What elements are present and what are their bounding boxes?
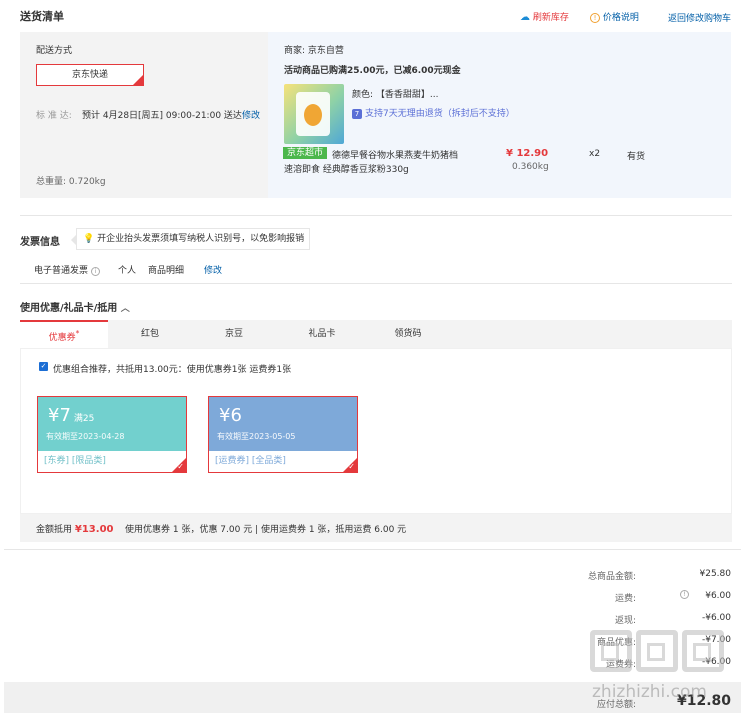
- chevron-up-icon: ︿: [120, 304, 130, 314]
- coupon-card-1-top: ¥7 满25 有效期至2023-04-28: [38, 397, 186, 451]
- color-label: 颜色:: [352, 90, 374, 100]
- freight-label: 运费:: [614, 594, 636, 604]
- discount-detail: 使用优惠券 1 张，优惠 7.00 元 | 使用运费券 1 张，抵用运费 6.0…: [125, 525, 407, 535]
- cashback-label: 返现:: [614, 616, 636, 626]
- invoice-tip: 💡 开企业抬头发票须填写纳税人识别号，以免影响报销: [71, 228, 310, 250]
- standard-delivery-label: 标 准 达:: [36, 111, 72, 121]
- divider: [4, 549, 741, 550]
- merchant-label: 商家:: [284, 46, 306, 56]
- coupon-1-cond: 满25: [73, 414, 95, 424]
- coupon-1-valid: 有效期至2023-04-28: [46, 432, 125, 441]
- goods-total-label: 总商品金额:: [587, 572, 636, 582]
- checkmark-icon: ✓: [348, 462, 355, 471]
- coupon-card-2[interactable]: ¥6 有效期至2023-05-05 [运费券] [全品类] ✓: [208, 396, 358, 473]
- merchant: 商家: 京东自营: [284, 43, 344, 56]
- product-name-line1[interactable]: 德德早餐谷物水果燕麦牛奶猪档: [332, 148, 458, 161]
- color-value: 【香香甜甜】...: [375, 90, 439, 100]
- checkmark-icon: ✓: [177, 462, 184, 471]
- check-corner-icon: [133, 75, 143, 85]
- tab-red-packet[interactable]: 红包: [108, 320, 192, 348]
- modify-delivery-link[interactable]: 修改: [242, 108, 260, 121]
- discount-tabs: 优惠券* 红包 京豆 礼品卡 领货码: [20, 320, 732, 348]
- invoice-personal: 个人: [118, 266, 137, 276]
- price-info-link[interactable]: ! 价格说明: [590, 10, 639, 23]
- total-weight: 总重量: 0.720kg: [36, 174, 106, 187]
- tab-claim-code[interactable]: 领货码: [366, 320, 450, 348]
- product-qty: x2: [589, 149, 601, 159]
- discount-total-label: 金额抵用: [36, 525, 73, 535]
- cloud-icon: ☁: [520, 12, 530, 23]
- refresh-stock-link[interactable]: ☁ 刷新库存: [520, 10, 569, 23]
- product-stock: 有货: [627, 152, 646, 162]
- tab-coupon-label: 优惠券: [48, 333, 76, 343]
- coupon-2-amount: ¥6: [219, 405, 242, 426]
- recommend-text: 优惠组合推荐，共抵用13.00元：使用优惠券1张 运费券1张: [53, 365, 292, 375]
- watermark-logo-icon: [590, 630, 730, 678]
- invoice-type-text: 电子普通发票: [34, 266, 89, 276]
- invoice-title: 发票信息: [20, 237, 60, 248]
- cashback-value: -¥6.00: [701, 613, 731, 623]
- tab-gift-card[interactable]: 礼品卡: [280, 320, 364, 348]
- product-name-line2[interactable]: 速溶即食 经典醇香豆浆粉330g: [284, 162, 409, 175]
- tab-jd-bean[interactable]: 京豆: [192, 320, 276, 348]
- coupon-2-valid: 有效期至2023-05-05: [217, 432, 296, 441]
- invoice-tip-text: 开企业抬头发票须填写纳税人识别号，以免影响报销: [97, 234, 305, 244]
- product-color: 颜色: 【香香甜甜】...: [352, 87, 439, 100]
- divider: [20, 215, 732, 216]
- promo-text: 活动商品已购满25.00元，已减6.00元现金: [284, 66, 461, 76]
- total-weight-label: 总重量:: [36, 177, 67, 187]
- invoice-modify-link[interactable]: 修改: [204, 263, 222, 276]
- freight-value: ¥6.00: [705, 591, 731, 601]
- page-title: 送货清单: [20, 10, 64, 23]
- merchant-name: 京东自营: [307, 46, 344, 56]
- invoice-detail: 商品明细: [148, 266, 185, 276]
- return-7day-icon: 7: [352, 109, 362, 119]
- delivery-method-value: 京东快递: [71, 70, 108, 80]
- lightbulb-icon: 💡: [83, 234, 95, 244]
- delivery-method-option[interactable]: 京东快递: [36, 64, 144, 86]
- total-weight-value: 0.720kg: [68, 177, 106, 187]
- coupon-card-2-top: ¥6 有效期至2023-05-05: [209, 397, 357, 451]
- product-price: ¥ 12.90: [506, 148, 549, 159]
- return-policy-text: 支持7天无理由退货（拆封后不支持）: [365, 109, 515, 119]
- coupon-2-amount-value: ¥6: [219, 405, 242, 426]
- info-icon: i: [90, 267, 100, 276]
- standard-delivery-time: 预计 4月28日[周五] 09:00-21:00 送达: [82, 111, 242, 121]
- coupon-card-1[interactable]: ¥7 满25 有效期至2023-04-28 [东券] [限品类] ✓: [37, 396, 187, 473]
- return-policy: 7 支持7天无理由退货（拆封后不支持）: [352, 106, 515, 119]
- invoice-type: 电子普通发票 i: [34, 263, 100, 276]
- delivery-method-label: 配送方式: [36, 46, 73, 56]
- product-thumbnail[interactable]: [284, 84, 344, 144]
- info-circle-icon: !: [590, 13, 600, 23]
- discount-title[interactable]: 使用优惠/礼品卡/抵用 ︿: [20, 299, 130, 314]
- coupon-1-amount-value: ¥7: [48, 405, 71, 426]
- discount-total: 金额抵用 ¥13.00: [36, 522, 113, 535]
- store-tag: 京东超市: [283, 147, 328, 159]
- coupon-1-tags: [东券] [限品类]: [38, 451, 186, 472]
- watermark-text: zhizhizhi.com: [592, 682, 707, 702]
- coupon-2-tags: [运费券] [全品类]: [209, 451, 357, 472]
- tab-coupon[interactable]: 优惠券*: [20, 320, 108, 348]
- product-weight: 0.360kg: [512, 162, 549, 172]
- back-to-cart-link[interactable]: 返回修改购物车: [668, 11, 731, 24]
- discount-total-value: ¥13.00: [74, 524, 114, 535]
- discount-title-text: 使用优惠/礼品卡/抵用: [20, 303, 118, 314]
- info-icon[interactable]: !: [680, 590, 689, 599]
- goods-total-value: ¥25.80: [699, 569, 732, 579]
- coupon-1-amount: ¥7 满25: [48, 405, 94, 426]
- divider: [20, 283, 732, 284]
- recommend-checkbox[interactable]: ✓: [39, 362, 48, 371]
